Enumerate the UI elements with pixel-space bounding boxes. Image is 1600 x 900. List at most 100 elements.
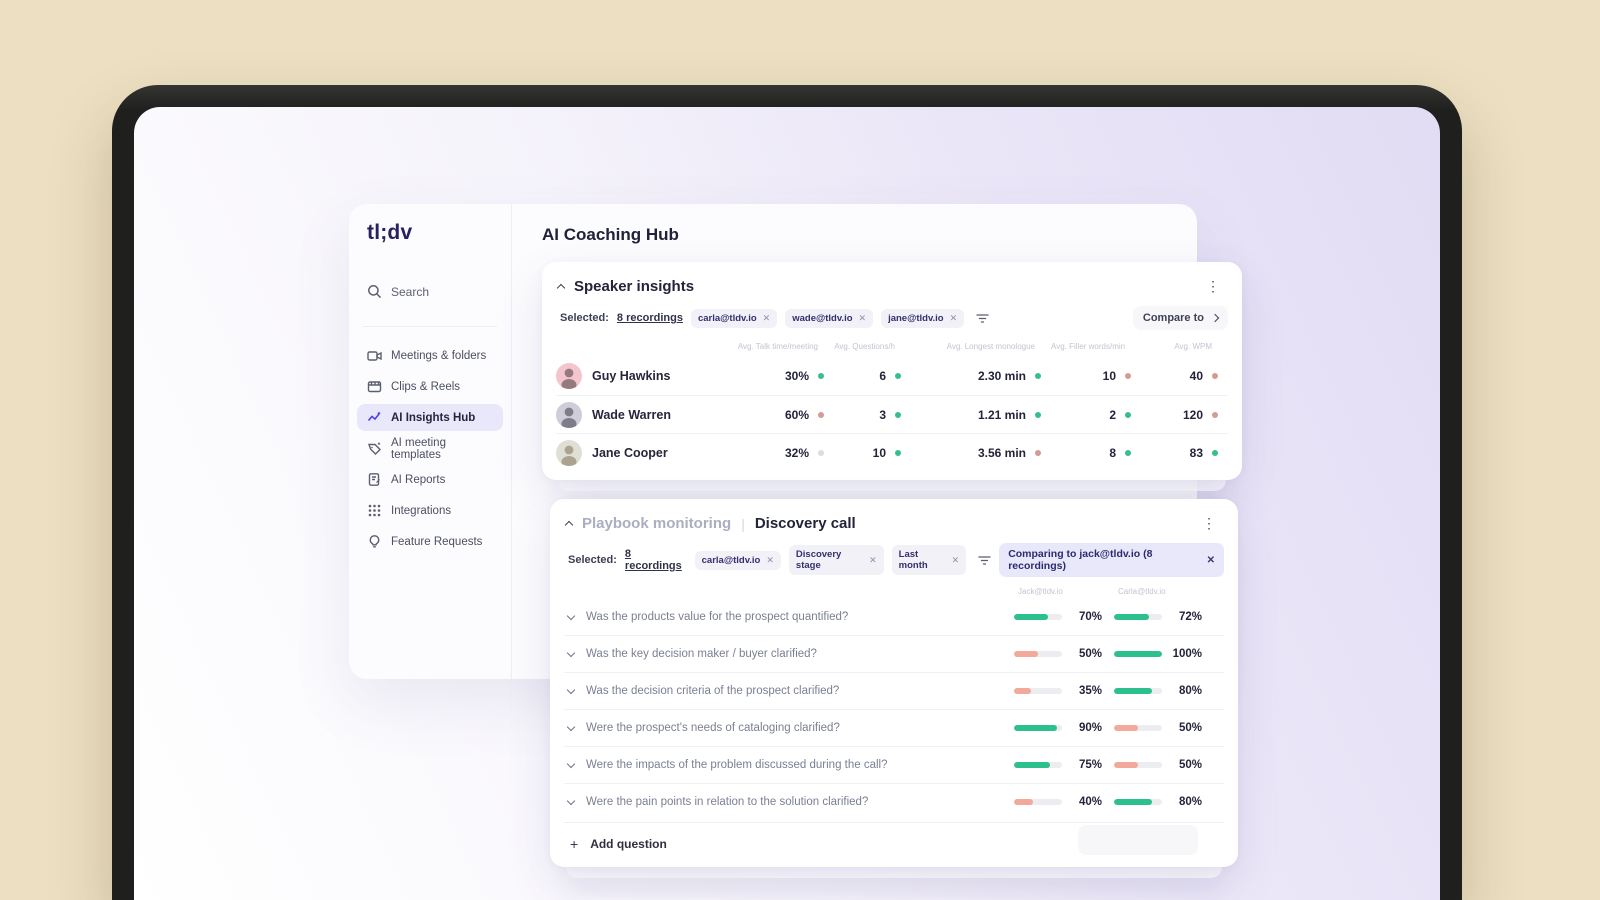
selected-label: Selected:	[560, 312, 609, 324]
search-button[interactable]: Search	[367, 284, 429, 299]
sidebar-item-label: AI Insights Hub	[391, 411, 476, 424]
laptop-screen: tl;dv Search Meetings & folders Clips & …	[134, 107, 1440, 900]
question-text: Were the pain points in relation to the …	[586, 796, 869, 808]
playbook-column-headers: Jack@tldv.io Carla@tldv.io	[550, 577, 1238, 596]
column-header: Avg. Questions/h	[834, 342, 895, 351]
recordings-link[interactable]: 8 recordings	[617, 312, 683, 324]
stacked-card-edge	[566, 867, 1222, 878]
status-dot	[1035, 373, 1041, 379]
progress-bar	[1114, 799, 1162, 805]
table-row-guy-hawkins[interactable]: Guy Hawkins 30% 6 2.30 min 10 40	[556, 357, 1228, 395]
metric-value: 40	[1189, 369, 1203, 383]
percent-value: 80%	[1178, 685, 1202, 697]
percent-value: 40%	[1078, 796, 1102, 808]
question-row[interactable]: Was the products value for the prospect …	[564, 598, 1224, 635]
question-text: Were the impacts of the problem discusse…	[586, 759, 888, 771]
percent-value: 75%	[1078, 759, 1102, 771]
compare-to-label: Compare to	[1142, 312, 1204, 324]
filter-chip-discovery-stage[interactable]: Discovery stage ✕	[788, 545, 884, 575]
status-dot	[1035, 411, 1041, 418]
stacked-card-edge	[558, 480, 1226, 491]
expand-chevron-icon[interactable]	[566, 685, 576, 695]
sidebar-item-ai-reports[interactable]: AI Reports	[357, 466, 503, 493]
sidebar-item-clips-reels[interactable]: Clips & Reels	[357, 373, 503, 400]
sidebar-item-ai-meeting-templates[interactable]: AI meeting templates	[357, 435, 503, 462]
filter-icon[interactable]	[978, 555, 991, 566]
playbook-questions: Was the products value for the prospect …	[550, 596, 1238, 820]
kebab-menu-icon[interactable]: ⋮	[1200, 279, 1226, 293]
comparing-chip[interactable]: Comparing to jack@tldv.io (8 recordings)…	[999, 543, 1224, 577]
filter-chip-jane[interactable]: jane@tldv.io ✕	[881, 308, 965, 328]
sidebar-item-label: AI Reports	[391, 473, 446, 486]
remove-chip-icon[interactable]: ✕	[859, 313, 867, 324]
search-icon	[367, 284, 382, 299]
sidebar-item-ai-insights-hub[interactable]: AI Insights Hub	[357, 404, 503, 431]
metric-value: 10	[1102, 369, 1116, 383]
metric-value: 10	[872, 445, 886, 460]
filter-chip-carla[interactable]: carla@tldv.io ✕	[690, 308, 778, 328]
status-dot	[1212, 373, 1218, 379]
avatar	[556, 363, 582, 389]
column-header: Avg. Longest monologue	[946, 342, 1035, 351]
speaker-name: Guy Hawkins	[592, 369, 671, 383]
sidebar-divider	[363, 326, 497, 327]
filter-chip-carla[interactable]: carla@tldv.io ✕	[694, 550, 781, 570]
compare-to-button[interactable]: Compare to	[1132, 306, 1228, 330]
chip-label: jane@tldv.io	[888, 312, 944, 324]
percent-value: 80%	[1178, 796, 1202, 808]
expand-chevron-icon[interactable]	[566, 611, 576, 620]
metric-value: 120	[1182, 407, 1203, 422]
remove-chip-icon[interactable]: ✕	[763, 313, 771, 324]
filter-chip-last-month[interactable]: Last month ✕	[891, 545, 967, 575]
sidebar-item-label: Integrations	[391, 504, 452, 517]
percent-value: 50%	[1078, 648, 1102, 660]
question-text: Was the products value for the prospect …	[586, 610, 849, 623]
remove-chip-icon[interactable]: ✕	[950, 313, 958, 324]
expand-chevron-icon[interactable]	[566, 648, 576, 658]
laptop-frame: tl;dv Search Meetings & folders Clips & …	[112, 85, 1462, 900]
kebab-menu-icon[interactable]: ⋮	[1196, 516, 1222, 530]
question-row[interactable]: Was the key decision maker / buyer clari…	[564, 635, 1224, 672]
status-dot	[1125, 373, 1131, 379]
progress-bar	[1014, 613, 1062, 620]
footer-ghost-highlight	[1078, 825, 1198, 855]
progress-bar	[1114, 651, 1162, 657]
expand-chevron-icon[interactable]	[566, 722, 576, 732]
grid-dots-icon	[367, 503, 382, 518]
expand-chevron-icon[interactable]	[566, 796, 576, 806]
chevron-right-icon	[1210, 313, 1220, 323]
question-row[interactable]: Were the impacts of the problem discusse…	[564, 746, 1224, 783]
sidebar-item-integrations[interactable]: Integrations	[357, 497, 503, 524]
remove-chip-icon[interactable]: ✕	[952, 555, 960, 566]
speaker-name: Wade Warren	[592, 407, 671, 422]
filter-chip-wade[interactable]: wade@tldv.io ✕	[785, 308, 874, 328]
progress-bar	[1114, 613, 1162, 620]
filter-icon[interactable]	[976, 313, 989, 324]
table-row-wade-warren[interactable]: Wade Warren 60% 3 1.21 min 2 120	[556, 395, 1228, 433]
playbook-title-muted: Playbook monitoring	[582, 515, 732, 532]
collapse-chevron-icon[interactable]	[556, 283, 566, 293]
recordings-link[interactable]: 8 recordings	[625, 548, 687, 572]
metric-value: 83	[1189, 445, 1203, 460]
question-row[interactable]: Was the decision criteria of the prospec…	[564, 672, 1224, 709]
progress-bar	[1014, 799, 1062, 805]
table-row-jane-cooper[interactable]: Jane Cooper 32% 10 3.56 min 8 83	[556, 433, 1228, 471]
metric-value: 60%	[784, 407, 809, 422]
desk-background: tl;dv Search Meetings & folders Clips & …	[0, 0, 1600, 900]
sidebar-item-meetings-folders[interactable]: Meetings & folders	[357, 342, 503, 369]
remove-chip-icon[interactable]: ✕	[869, 555, 877, 566]
metric-value: 2.30 min	[977, 369, 1026, 383]
question-row[interactable]: Were the pain points in relation to the …	[564, 783, 1224, 820]
sidebar-item-feature-requests[interactable]: Feature Requests	[357, 528, 503, 555]
collapse-chevron-icon[interactable]	[564, 520, 574, 530]
status-dot	[1035, 449, 1041, 456]
chip-label: carla@tldv.io	[697, 312, 757, 324]
question-row[interactable]: Were the prospect's needs of cataloging …	[564, 709, 1224, 746]
remove-comparing-icon[interactable]: ✕	[1207, 555, 1215, 566]
expand-chevron-icon[interactable]	[566, 759, 576, 769]
metric-value: 3	[879, 407, 886, 422]
status-dot	[818, 373, 824, 379]
remove-chip-icon[interactable]: ✕	[766, 555, 774, 566]
metric-value: 1.21 min	[977, 407, 1026, 422]
tag-sparkle-icon	[367, 441, 382, 456]
